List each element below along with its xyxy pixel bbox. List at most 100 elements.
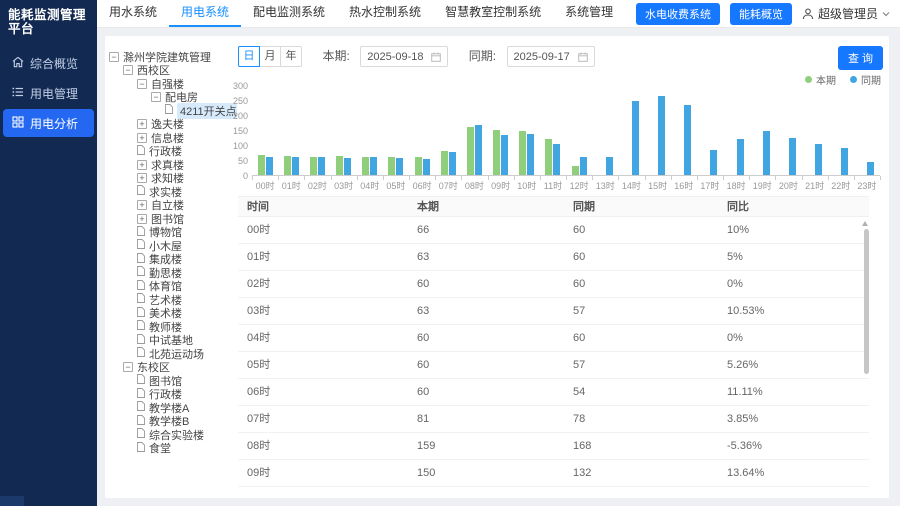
action-button-0[interactable]: 水电收费系统	[636, 3, 720, 25]
bar-同期-09时	[501, 135, 508, 175]
table-cell: 05时	[238, 352, 408, 378]
compare-period-label: 同期:	[469, 46, 496, 67]
tree-expand-toggle[interactable]: +	[137, 173, 147, 183]
chart-legend: 本期同期	[805, 72, 881, 87]
bar-同期-14时	[632, 101, 639, 175]
table-cell: 63	[408, 244, 564, 270]
x-axis-tick-label: 00时	[252, 179, 278, 192]
tab-5[interactable]: 系统管理	[553, 0, 625, 27]
table-cell: 04时	[238, 325, 408, 351]
bar-同期-13时	[606, 157, 613, 175]
content-area: −滁州学院建筑管理−西校区−自强楼−配电房4211开关点位+逸夫楼+信息楼行政楼…	[97, 28, 900, 506]
bar-同期-23时	[867, 162, 874, 175]
tree-expand-toggle[interactable]: +	[137, 119, 147, 129]
app-title: 能耗监测管理平台	[0, 0, 97, 42]
current-date-input[interactable]: 2025-09-18	[360, 46, 448, 67]
x-axis-tick-label: 14时	[618, 179, 644, 192]
x-axis-tick-label: 22时	[828, 179, 854, 192]
table-cell: 57	[564, 298, 718, 324]
sidebar-collapse-handle[interactable]	[0, 496, 24, 506]
bar-同期-16时	[684, 105, 691, 175]
tab-2[interactable]: 配电监测系统	[241, 0, 337, 27]
bar-同期-15时	[658, 96, 665, 175]
legend-item-1[interactable]: 同期	[850, 72, 881, 87]
bar-同期-00时	[266, 157, 273, 175]
table-row: 01时63605%	[238, 244, 869, 271]
x-axis-tick-label: 08时	[461, 179, 487, 192]
table-cell: 150	[408, 460, 564, 486]
sidebar-item-2[interactable]: 用电分析	[3, 109, 94, 137]
tab-4[interactable]: 智慧教室控制系统	[433, 0, 553, 27]
calendar-icon	[431, 52, 441, 62]
x-axis-tick-label: 20时	[775, 179, 801, 192]
table-row: 02时60600%	[238, 271, 869, 298]
main-card: −滁州学院建筑管理−西校区−自强楼−配电房4211开关点位+逸夫楼+信息楼行政楼…	[105, 36, 889, 498]
tree-collapse-toggle[interactable]: −	[137, 79, 147, 89]
scroll-up-arrow[interactable]	[862, 221, 868, 226]
tree-row: 北苑运动场	[109, 347, 237, 361]
x-axis-tick-label: 16时	[671, 179, 697, 192]
period-button-1[interactable]: 月	[259, 46, 281, 67]
legend-item-0[interactable]: 本期	[805, 72, 836, 87]
table-cell: 10%	[718, 217, 869, 243]
table-cell: 81	[408, 406, 564, 432]
document-icon	[137, 293, 145, 306]
x-axis-tick	[880, 176, 881, 180]
tree-collapse-toggle[interactable]: −	[123, 362, 133, 372]
bar-本期-10时	[519, 131, 526, 175]
tab-0[interactable]: 用水系统	[97, 0, 169, 27]
tree-node-label[interactable]: 食堂	[149, 440, 171, 456]
table-cell: 168	[564, 433, 718, 459]
compare-date-input[interactable]: 2025-09-17	[507, 46, 595, 67]
document-icon	[137, 442, 145, 455]
sidebar-item-1[interactable]: 用电管理	[0, 78, 97, 108]
bar-同期-06时	[423, 159, 430, 175]
tab-1[interactable]: 用电系统	[169, 0, 241, 27]
document-icon	[137, 415, 145, 428]
bar-同期-04时	[370, 157, 377, 175]
search-button[interactable]: 查 询	[838, 46, 883, 70]
person-icon	[802, 8, 814, 20]
document-icon	[137, 428, 145, 441]
tab-3[interactable]: 热水控制系统	[337, 0, 433, 27]
table-cell: 60	[564, 244, 718, 270]
tree-expand-toggle[interactable]: +	[137, 200, 147, 210]
y-axis-tick-label: 200	[214, 111, 248, 121]
document-icon	[137, 185, 145, 198]
table-column-header: 本期	[408, 197, 564, 216]
bar-本期-08时	[467, 127, 474, 175]
tree-collapse-toggle[interactable]: −	[151, 92, 161, 102]
period-button-0[interactable]: 日	[238, 46, 260, 67]
bar-同期-01时	[292, 157, 299, 175]
x-axis-tick-label: 19时	[749, 179, 775, 192]
bar-本期-11时	[545, 139, 552, 175]
table-scrollbar[interactable]	[864, 229, 869, 374]
sidebar-item-0[interactable]: 综合概览	[0, 48, 97, 78]
bar-同期-21时	[815, 144, 822, 175]
x-axis-tick-label: 17时	[697, 179, 723, 192]
sidebar-menu: 综合概览用电管理用电分析	[0, 48, 97, 137]
table-cell: 57	[564, 352, 718, 378]
legend-dot	[850, 76, 857, 83]
tree-collapse-toggle[interactable]: −	[109, 52, 119, 62]
tree-expand-toggle[interactable]: +	[137, 214, 147, 224]
tree-collapse-toggle[interactable]: −	[123, 65, 133, 75]
topbar-right: 水电收费系统能耗概览 超级管理员	[636, 3, 900, 25]
tree-expand-toggle[interactable]: +	[137, 160, 147, 170]
bar-同期-19时	[763, 131, 770, 175]
bar-同期-10时	[527, 134, 534, 175]
document-icon	[137, 388, 145, 401]
x-axis-tick-label: 05时	[383, 179, 409, 192]
bar-本期-04时	[362, 157, 369, 175]
user-menu[interactable]: 超级管理员	[802, 5, 890, 22]
tree-expand-toggle[interactable]: +	[137, 133, 147, 143]
table-column-header: 时间	[238, 197, 408, 216]
document-icon	[137, 334, 145, 347]
chevron-down-icon	[882, 11, 890, 17]
bar-同期-20时	[789, 138, 796, 175]
action-button-1[interactable]: 能耗概览	[730, 3, 792, 25]
table-cell: 0%	[718, 271, 869, 297]
y-axis-tick-label: 150	[214, 126, 248, 136]
period-button-2[interactable]: 年	[280, 46, 302, 67]
table-cell: 159	[408, 433, 564, 459]
